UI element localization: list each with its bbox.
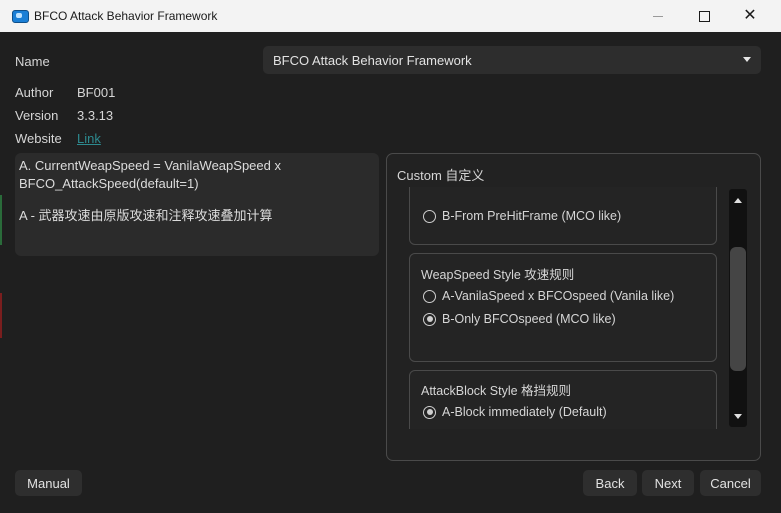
options-scroll-area[interactable]: B-From PreHitFrame (MCO like) WeapSpeed …: [409, 187, 721, 429]
minimize-button[interactable]: [635, 0, 681, 32]
name-dropdown[interactable]: BFCO Attack Behavior Framework: [263, 46, 761, 74]
radio-label: B-From PreHitFrame (MCO like): [442, 209, 622, 223]
option-group: B-From PreHitFrame (MCO like): [409, 187, 717, 245]
option-group-attackblock: AttackBlock Style 格挡规则 A-Block immediate…: [409, 370, 717, 429]
title-bar[interactable]: BFCO Attack Behavior Framework ✕: [0, 0, 781, 32]
chevron-down-icon: [743, 57, 751, 62]
maximize-icon: [698, 10, 710, 22]
minimize-icon: [653, 15, 663, 17]
scroll-down-button[interactable]: [729, 407, 747, 425]
maximize-button[interactable]: [681, 0, 727, 32]
radio-option[interactable]: A-Block immediately (Default): [423, 405, 607, 419]
radio-icon: [423, 405, 436, 419]
cancel-button[interactable]: Cancel: [700, 470, 761, 496]
manual-button[interactable]: Manual: [15, 470, 82, 496]
window-title: BFCO Attack Behavior Framework: [34, 9, 218, 23]
scroll-up-button[interactable]: [729, 191, 747, 209]
vertical-scrollbar[interactable]: [729, 189, 747, 427]
version-label: Version: [15, 108, 59, 123]
custom-title: Custom 自定义: [397, 168, 485, 183]
website-label: Website: [15, 131, 62, 146]
name-dropdown-value: BFCO Attack Behavior Framework: [273, 53, 472, 68]
close-button[interactable]: ✕: [727, 0, 773, 32]
app-icon: [12, 10, 29, 23]
radio-option[interactable]: B-From PreHitFrame (MCO like): [423, 209, 621, 223]
name-label: Name: [15, 54, 50, 69]
scroll-up-icon: [734, 197, 742, 203]
group-title: AttackBlock Style 格挡规则: [421, 384, 572, 398]
next-button[interactable]: Next: [642, 470, 694, 496]
description-line: BFCO_AttackSpeed(default=1): [19, 176, 199, 191]
version-value: 3.3.13: [77, 108, 114, 123]
custom-panel: Custom 自定义 B-From PreHitFrame (MCO like)…: [386, 153, 761, 461]
author-label: Author: [15, 85, 54, 100]
scrollbar-thumb[interactable]: [730, 247, 746, 371]
scroll-down-icon: [734, 413, 742, 419]
background-window-edge: [0, 293, 2, 338]
description-line: A - 武器攻速由原版攻速和注释攻速叠加计算: [19, 208, 273, 223]
radio-icon: [423, 312, 436, 326]
description-line: A. CurrentWeapSpeed = VanilaWeapSpeed x: [19, 158, 281, 173]
radio-option[interactable]: B-Only BFCOspeed (MCO like): [423, 312, 616, 326]
radio-label: B-Only BFCOspeed (MCO like): [442, 312, 616, 326]
website-link[interactable]: Link: [77, 131, 101, 146]
description-box: A. CurrentWeapSpeed = VanilaWeapSpeed x …: [15, 153, 379, 256]
radio-label: A-VanilaSpeed x BFCOspeed (Vanila like): [442, 289, 675, 303]
back-button[interactable]: Back: [583, 470, 637, 496]
group-title: WeapSpeed Style 攻速规则: [421, 268, 575, 282]
radio-option[interactable]: A-VanilaSpeed x BFCOspeed (Vanila like): [423, 289, 674, 303]
radio-icon: [423, 209, 436, 223]
author-value: BF001: [77, 85, 116, 100]
close-icon: ✕: [743, 7, 757, 24]
radio-icon: [423, 289, 436, 303]
option-group-weapspeed: WeapSpeed Style 攻速规则 A-VanilaSpeed x BFC…: [409, 253, 717, 362]
radio-label: A-Block immediately (Default): [442, 405, 607, 419]
background-window-edge: [0, 195, 2, 245]
